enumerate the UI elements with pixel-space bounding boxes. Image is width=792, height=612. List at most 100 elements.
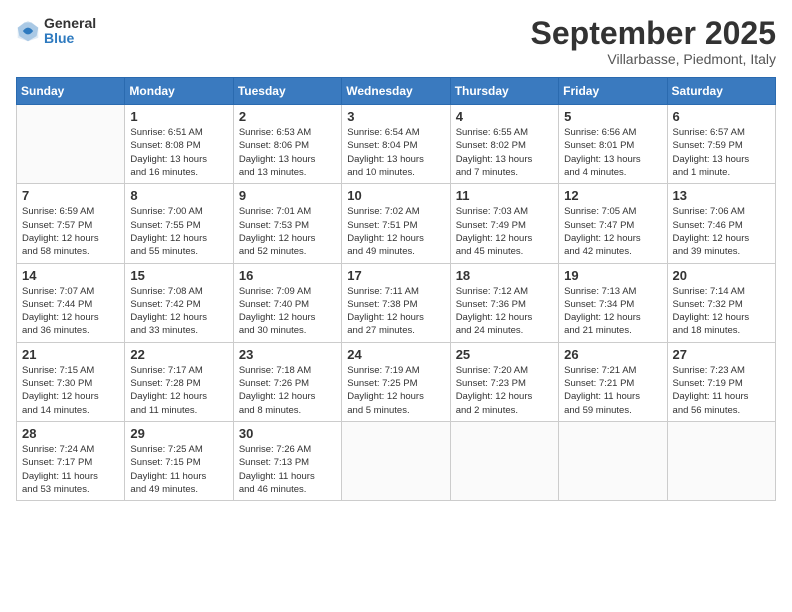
day-number: 20 bbox=[673, 268, 770, 283]
day-info: Sunrise: 7:12 AM Sunset: 7:36 PM Dayligh… bbox=[456, 285, 553, 338]
calendar-cell: 2 Sunrise: 6:53 AM Sunset: 8:06 PM Daylig… bbox=[233, 105, 341, 184]
day-info: Sunrise: 7:06 AM Sunset: 7:46 PM Dayligh… bbox=[673, 205, 770, 258]
day-number: 6 bbox=[673, 109, 770, 124]
day-number: 11 bbox=[456, 188, 553, 203]
column-header-thursday: Thursday bbox=[450, 78, 558, 105]
day-info: Sunrise: 7:23 AM Sunset: 7:19 PM Dayligh… bbox=[673, 364, 770, 417]
location: Villarbasse, Piedmont, Italy bbox=[531, 51, 776, 67]
calendar-cell bbox=[667, 421, 775, 500]
day-info: Sunrise: 6:56 AM Sunset: 8:01 PM Dayligh… bbox=[564, 126, 661, 179]
day-info: Sunrise: 7:17 AM Sunset: 7:28 PM Dayligh… bbox=[130, 364, 227, 417]
day-number: 15 bbox=[130, 268, 227, 283]
day-number: 1 bbox=[130, 109, 227, 124]
column-header-tuesday: Tuesday bbox=[233, 78, 341, 105]
calendar-cell: 3 Sunrise: 6:54 AM Sunset: 8:04 PM Daylig… bbox=[342, 105, 450, 184]
day-number: 10 bbox=[347, 188, 444, 203]
calendar-week-5: 28Sunrise: 7:24 AM Sunset: 7:17 PM Dayli… bbox=[17, 421, 776, 500]
calendar-cell: 18 Sunrise: 7:12 AM Sunset: 7:36 PM Dayli… bbox=[450, 263, 558, 342]
day-number: 9 bbox=[239, 188, 336, 203]
day-number: 24 bbox=[347, 347, 444, 362]
day-number: 19 bbox=[564, 268, 661, 283]
day-info: Sunrise: 6:55 AM Sunset: 8:02 PM Dayligh… bbox=[456, 126, 553, 179]
column-header-sunday: Sunday bbox=[17, 78, 125, 105]
day-info: Sunrise: 7:00 AM Sunset: 7:55 PM Dayligh… bbox=[130, 205, 227, 258]
calendar-cell: 1 Sunrise: 6:51 AM Sunset: 8:08 PM Daylig… bbox=[125, 105, 233, 184]
calendar-cell: 15 Sunrise: 7:08 AM Sunset: 7:42 PM Dayli… bbox=[125, 263, 233, 342]
day-info: Sunrise: 7:03 AM Sunset: 7:49 PM Dayligh… bbox=[456, 205, 553, 258]
calendar-cell: 28Sunrise: 7:24 AM Sunset: 7:17 PM Dayli… bbox=[17, 421, 125, 500]
column-header-friday: Friday bbox=[559, 78, 667, 105]
logo: General Blue bbox=[16, 16, 96, 47]
logo-icon bbox=[16, 19, 40, 43]
day-info: Sunrise: 6:51 AM Sunset: 8:08 PM Dayligh… bbox=[130, 126, 227, 179]
day-number: 18 bbox=[456, 268, 553, 283]
calendar-cell: 25 Sunrise: 7:20 AM Sunset: 7:23 PM Dayli… bbox=[450, 342, 558, 421]
calendar-cell: 26Sunrise: 7:21 AM Sunset: 7:21 PM Dayli… bbox=[559, 342, 667, 421]
calendar-week-4: 21Sunrise: 7:15 AM Sunset: 7:30 PM Dayli… bbox=[17, 342, 776, 421]
calendar-cell bbox=[17, 105, 125, 184]
day-number: 21 bbox=[22, 347, 119, 362]
calendar-cell: 17Sunrise: 7:11 AM Sunset: 7:38 PM Dayli… bbox=[342, 263, 450, 342]
calendar-cell: 8Sunrise: 7:00 AM Sunset: 7:55 PM Daylig… bbox=[125, 184, 233, 263]
calendar-cell: 9 Sunrise: 7:01 AM Sunset: 7:53 PM Daylig… bbox=[233, 184, 341, 263]
day-number: 12 bbox=[564, 188, 661, 203]
day-info: Sunrise: 7:21 AM Sunset: 7:21 PM Dayligh… bbox=[564, 364, 661, 417]
calendar-cell: 6 Sunrise: 6:57 AM Sunset: 7:59 PM Daylig… bbox=[667, 105, 775, 184]
title-block: September 2025 Villarbasse, Piedmont, It… bbox=[531, 16, 776, 67]
day-info: Sunrise: 7:09 AM Sunset: 7:40 PM Dayligh… bbox=[239, 285, 336, 338]
day-number: 17 bbox=[347, 268, 444, 283]
calendar-cell: 16Sunrise: 7:09 AM Sunset: 7:40 PM Dayli… bbox=[233, 263, 341, 342]
calendar-cell: 5Sunrise: 6:56 AM Sunset: 8:01 PM Daylig… bbox=[559, 105, 667, 184]
day-number: 28 bbox=[22, 426, 119, 441]
day-info: Sunrise: 6:54 AM Sunset: 8:04 PM Dayligh… bbox=[347, 126, 444, 179]
day-number: 14 bbox=[22, 268, 119, 283]
calendar-cell: 10 Sunrise: 7:02 AM Sunset: 7:51 PM Dayli… bbox=[342, 184, 450, 263]
calendar-cell: 7Sunrise: 6:59 AM Sunset: 7:57 PM Daylig… bbox=[17, 184, 125, 263]
day-number: 2 bbox=[239, 109, 336, 124]
logo-text: General Blue bbox=[44, 16, 96, 47]
day-info: Sunrise: 7:08 AM Sunset: 7:42 PM Dayligh… bbox=[130, 285, 227, 338]
calendar-cell: 4Sunrise: 6:55 AM Sunset: 8:02 PM Daylig… bbox=[450, 105, 558, 184]
day-info: Sunrise: 7:02 AM Sunset: 7:51 PM Dayligh… bbox=[347, 205, 444, 258]
calendar-cell: 12 Sunrise: 7:05 AM Sunset: 7:47 PM Dayli… bbox=[559, 184, 667, 263]
day-info: Sunrise: 7:26 AM Sunset: 7:13 PM Dayligh… bbox=[239, 443, 336, 496]
day-info: Sunrise: 7:05 AM Sunset: 7:47 PM Dayligh… bbox=[564, 205, 661, 258]
calendar-cell: 21Sunrise: 7:15 AM Sunset: 7:30 PM Dayli… bbox=[17, 342, 125, 421]
calendar-week-3: 14 Sunrise: 7:07 AM Sunset: 7:44 PM Dayli… bbox=[17, 263, 776, 342]
calendar-cell: 29 Sunrise: 7:25 AM Sunset: 7:15 PM Dayli… bbox=[125, 421, 233, 500]
calendar-cell bbox=[450, 421, 558, 500]
day-number: 27 bbox=[673, 347, 770, 362]
calendar-week-2: 7Sunrise: 6:59 AM Sunset: 7:57 PM Daylig… bbox=[17, 184, 776, 263]
day-number: 25 bbox=[456, 347, 553, 362]
day-number: 30 bbox=[239, 426, 336, 441]
day-info: Sunrise: 7:20 AM Sunset: 7:23 PM Dayligh… bbox=[456, 364, 553, 417]
calendar-header-row: SundayMondayTuesdayWednesdayThursdayFrid… bbox=[17, 78, 776, 105]
page-header: General Blue September 2025 Villarbasse,… bbox=[16, 16, 776, 67]
day-number: 23 bbox=[239, 347, 336, 362]
calendar-week-1: 1 Sunrise: 6:51 AM Sunset: 8:08 PM Daylig… bbox=[17, 105, 776, 184]
day-info: Sunrise: 7:25 AM Sunset: 7:15 PM Dayligh… bbox=[130, 443, 227, 496]
calendar-cell: 14 Sunrise: 7:07 AM Sunset: 7:44 PM Dayli… bbox=[17, 263, 125, 342]
day-number: 3 bbox=[347, 109, 444, 124]
day-info: Sunrise: 7:07 AM Sunset: 7:44 PM Dayligh… bbox=[22, 285, 119, 338]
calendar-cell: 11 Sunrise: 7:03 AM Sunset: 7:49 PM Dayli… bbox=[450, 184, 558, 263]
month-title: September 2025 bbox=[531, 16, 776, 51]
column-header-wednesday: Wednesday bbox=[342, 78, 450, 105]
calendar-cell: 23 Sunrise: 7:18 AM Sunset: 7:26 PM Dayli… bbox=[233, 342, 341, 421]
day-info: Sunrise: 7:13 AM Sunset: 7:34 PM Dayligh… bbox=[564, 285, 661, 338]
day-info: Sunrise: 7:14 AM Sunset: 7:32 PM Dayligh… bbox=[673, 285, 770, 338]
day-info: Sunrise: 7:18 AM Sunset: 7:26 PM Dayligh… bbox=[239, 364, 336, 417]
day-number: 7 bbox=[22, 188, 119, 203]
calendar-cell bbox=[559, 421, 667, 500]
day-info: Sunrise: 7:01 AM Sunset: 7:53 PM Dayligh… bbox=[239, 205, 336, 258]
day-info: Sunrise: 6:53 AM Sunset: 8:06 PM Dayligh… bbox=[239, 126, 336, 179]
calendar-cell: 20 Sunrise: 7:14 AM Sunset: 7:32 PM Dayli… bbox=[667, 263, 775, 342]
calendar-cell: 24 Sunrise: 7:19 AM Sunset: 7:25 PM Dayli… bbox=[342, 342, 450, 421]
calendar-cell: 13 Sunrise: 7:06 AM Sunset: 7:46 PM Dayli… bbox=[667, 184, 775, 263]
day-number: 13 bbox=[673, 188, 770, 203]
day-number: 29 bbox=[130, 426, 227, 441]
calendar-cell: 22Sunrise: 7:17 AM Sunset: 7:28 PM Dayli… bbox=[125, 342, 233, 421]
day-info: Sunrise: 7:19 AM Sunset: 7:25 PM Dayligh… bbox=[347, 364, 444, 417]
day-info: Sunrise: 6:57 AM Sunset: 7:59 PM Dayligh… bbox=[673, 126, 770, 179]
column-header-monday: Monday bbox=[125, 78, 233, 105]
